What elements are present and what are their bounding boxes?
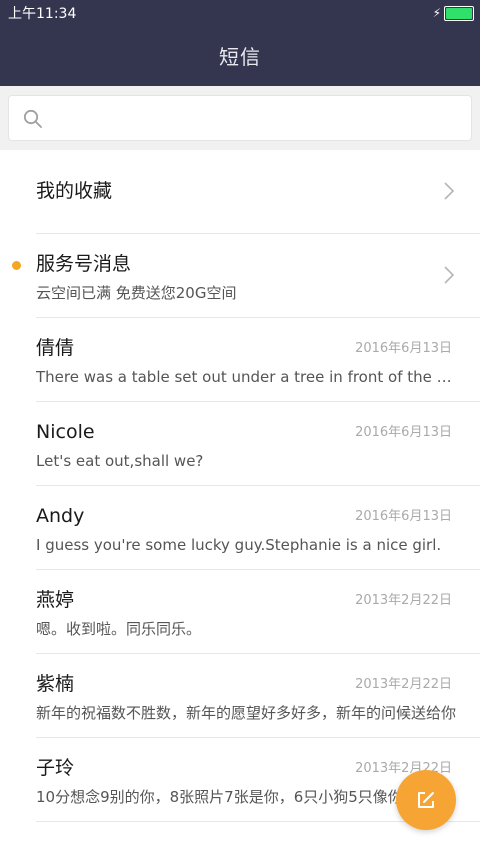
message-preview: 嗯。收到啦。同乐同乐。 [36,620,202,638]
message-preview: 新年的祝福数不胜数，新年的愿望好多好多，新年的问候送给你 [36,704,456,722]
lightning-icon: ⚡ [432,6,441,20]
message-date: 2016年6月13日 [355,341,452,356]
message-preview: I guess you're some lucky guy.Stephanie … [36,536,442,554]
message-preview: There was a table set out under a tree i… [36,368,456,386]
status-time: 上午11:34 [8,6,77,22]
search-input[interactable] [8,95,472,141]
conversation-row[interactable]: 紫楠 2013年2月22日 新年的祝福数不胜数，新年的愿望好多好多，新年的问候送… [36,654,480,738]
battery-level [446,7,472,19]
favorites-row[interactable]: 我的收藏 [36,150,480,234]
message-preview: Let's eat out,shall we? [36,452,204,470]
conversation-row[interactable]: 燕婷 2013年2月22日 嗯。收到啦。同乐同乐。 [36,570,480,654]
chevron-right-icon [444,182,454,200]
contact-name: Nicole [36,421,95,443]
message-date: 2016年6月13日 [355,509,452,524]
message-date: 2016年6月13日 [355,425,452,440]
message-date: 2013年2月22日 [355,593,452,608]
contact-name: 子玲 [36,757,75,779]
unread-dot [12,261,21,270]
chevron-right-icon [444,266,454,284]
message-list: 我的收藏 服务号消息 云空间已满 免费送您20G空间 倩倩 2016年6月13日… [0,150,480,822]
row-name: 服务号消息 [36,253,132,275]
contact-name: 紫楠 [36,673,75,695]
contact-name: 燕婷 [36,589,75,611]
battery-icon [444,5,474,21]
search-icon [23,109,42,128]
search-area [0,86,480,150]
service-messages-row[interactable]: 服务号消息 云空间已满 免费送您20G空间 [12,234,480,318]
contact-name: 倩倩 [36,337,75,359]
row-name: 我的收藏 [36,180,113,202]
row-preview: 云空间已满 免费送您20G空间 [36,284,237,302]
message-preview: 10分想念9别的你，8张照片7张是你，6只小狗5只像你 [36,788,403,806]
page-title: 短信 [219,45,261,69]
message-date: 2013年2月22日 [355,677,452,692]
conversation-row[interactable]: 倩倩 2016年6月13日 There was a table set out … [36,318,480,402]
contact-name: Andy [36,505,85,527]
status-indicators: ⚡ [433,5,474,21]
conversation-row[interactable]: Andy 2016年6月13日 I guess you're some luck… [36,486,480,570]
compose-button[interactable] [396,770,456,830]
app-header: 上午11:34 ⚡ 短信 [0,0,480,86]
conversation-row[interactable]: Nicole 2016年6月13日 Let's eat out,shall we… [36,402,480,486]
compose-icon [418,792,434,808]
